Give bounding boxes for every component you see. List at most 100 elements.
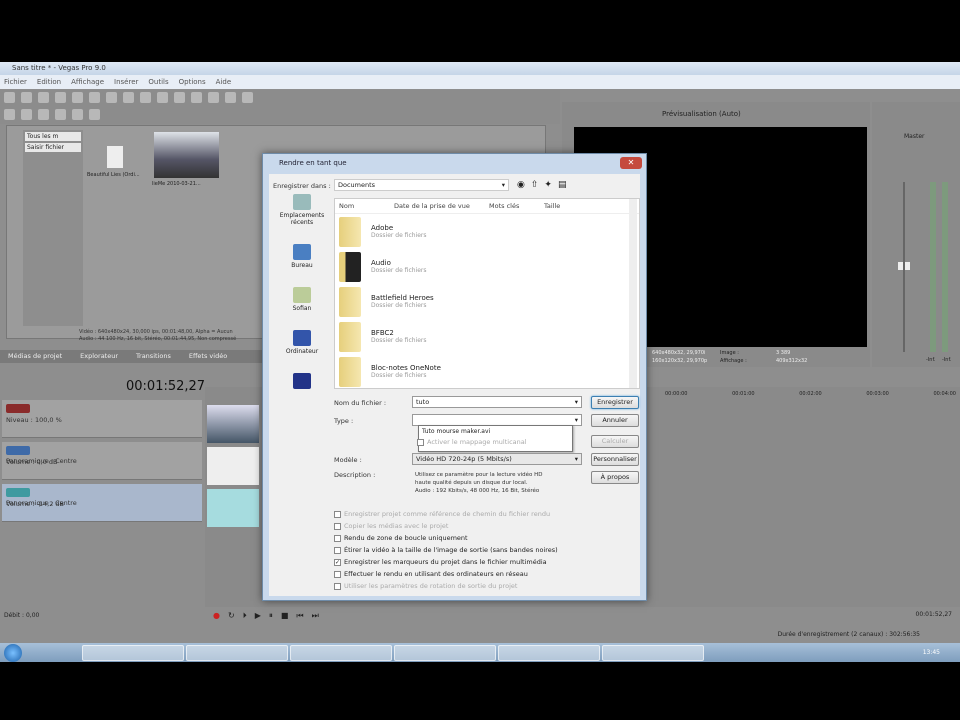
back-icon[interactable]: ◉ <box>517 180 525 190</box>
taskbar-item[interactable] <box>394 645 496 661</box>
refresh-icon[interactable] <box>38 109 49 120</box>
chevron-down-icon: ▾ <box>574 398 578 406</box>
tree-item[interactable]: Tous les m <box>25 132 81 141</box>
file-row[interactable]: Battlefield Heroes Dossier de fichiers <box>335 284 639 319</box>
file-list-scrollbar[interactable] <box>629 199 637 388</box>
track-headers: Niveau : 100,0 % Volume : 0,0 dB Panoram… <box>0 400 204 600</box>
col-date[interactable]: Date de la prise de vue <box>394 202 489 210</box>
stop-button[interactable]: ■ <box>281 611 289 623</box>
next-button[interactable]: ⏭ <box>312 611 319 623</box>
taskbar-item[interactable] <box>498 645 600 661</box>
save-icon[interactable] <box>38 92 49 103</box>
pause-button[interactable]: ⏸ <box>269 611 273 623</box>
up-icon[interactable] <box>21 109 32 120</box>
computer-icon <box>293 330 311 346</box>
tab-video-fx[interactable]: Effets vidéo <box>189 352 227 361</box>
customize-button[interactable]: Personnaliser <box>591 453 639 466</box>
tab-explorer[interactable]: Explorateur <box>80 352 118 361</box>
file-row[interactable]: Bloc-notes OneNote Dossier de fichiers <box>335 354 639 389</box>
open-icon[interactable] <box>21 92 32 103</box>
menu-inserer[interactable]: Insérer <box>114 78 138 86</box>
time-ruler[interactable]: 00:00:00 00:01:00 00:02:00 00:03:00 00:04:00 <box>665 391 960 397</box>
option-checkbox[interactable]: Rendu de zone de boucle uniquement <box>334 534 468 542</box>
redo-icon[interactable] <box>174 92 185 103</box>
menu-affichage[interactable]: Affichage <box>71 78 104 86</box>
template-value: Vidéo HD 720-24p (5 Mbits/s) <box>416 455 512 463</box>
prev-button[interactable]: ⏮ <box>296 611 303 623</box>
menu-fichier[interactable]: Fichier <box>4 78 27 86</box>
up-folder-icon[interactable]: ⇧ <box>531 180 539 190</box>
option-checkbox[interactable]: Enregistrer projet comme référence de ch… <box>334 510 550 518</box>
video-clip[interactable] <box>207 405 259 443</box>
envelope-tool-icon[interactable] <box>225 92 236 103</box>
place-desktop[interactable]: Bureau <box>271 244 333 269</box>
taskbar-item[interactable] <box>602 645 704 661</box>
render-icon[interactable] <box>72 92 83 103</box>
autocomplete-item[interactable]: Tuto mourse maker.avi <box>422 428 569 435</box>
preview-quality-dropdown[interactable]: Prévisualisation (Auto) <box>662 110 741 118</box>
place-computer[interactable]: Ordinateur <box>271 330 333 355</box>
edit-tool-icon[interactable] <box>208 92 219 103</box>
option-checkbox[interactable]: Copier les médias avec le projet <box>334 522 448 530</box>
tab-project-media[interactable]: Médias de projet <box>8 352 62 361</box>
audio-file-icon[interactable] <box>107 146 123 168</box>
views-icon[interactable]: ▤ <box>558 180 567 190</box>
audio-clip[interactable] <box>207 489 259 527</box>
option-checkbox[interactable]: Effectuer le rendu en utilisant des ordi… <box>334 570 528 578</box>
help-icon[interactable] <box>242 92 253 103</box>
file-row[interactable]: BFBC2 Dossier de fichiers <box>335 319 639 354</box>
place-network[interactable] <box>271 373 333 389</box>
place-recent[interactable]: Emplacements récents <box>271 194 333 226</box>
audio-clip[interactable] <box>207 447 259 485</box>
template-dropdown[interactable]: Vidéo HD 720-24p (5 Mbits/s) ▾ <box>412 453 582 465</box>
track-header-video[interactable]: Niveau : 100,0 % <box>2 400 202 438</box>
menu-outils[interactable]: Outils <box>148 78 168 86</box>
taskbar-item[interactable] <box>82 645 184 661</box>
render-button[interactable]: Calculer <box>591 435 639 448</box>
taskbar-item[interactable] <box>290 645 392 661</box>
col-keywords[interactable]: Mots clés <box>489 202 544 210</box>
snap-icon[interactable] <box>191 92 202 103</box>
properties-icon[interactable] <box>89 92 100 103</box>
option-checkbox-checked[interactable]: ✓ Enregistrer les marqueurs du projet dan… <box>334 558 547 566</box>
back-icon[interactable] <box>4 109 15 120</box>
menu-edition[interactable]: Edition <box>37 78 61 86</box>
record-button[interactable]: ● <box>213 611 220 623</box>
save-button[interactable]: Enregistrer <box>591 396 639 409</box>
zoom-icon[interactable] <box>89 109 100 120</box>
save-as-icon[interactable] <box>55 92 66 103</box>
play-button[interactable]: ▶ <box>255 611 261 623</box>
video-thumbnail[interactable] <box>154 132 219 178</box>
menu-options[interactable]: Options <box>179 78 206 86</box>
new-folder-icon[interactable]: ✦ <box>544 180 552 190</box>
copy-icon[interactable] <box>123 92 134 103</box>
cut-icon[interactable] <box>106 92 117 103</box>
track-header-audio-1[interactable]: Volume : 0,0 dB Panoramique : Centre <box>2 442 202 480</box>
place-user[interactable]: Sofian <box>271 287 333 312</box>
play-from-start-button[interactable]: ⏵ <box>243 611 247 623</box>
about-button[interactable]: À propos <box>591 471 639 484</box>
file-row[interactable]: Adobe Dossier de fichiers <box>335 214 639 249</box>
paste-icon[interactable] <box>140 92 151 103</box>
loop-button[interactable]: ↻ <box>228 611 235 623</box>
menu-aide[interactable]: Aide <box>216 78 231 86</box>
tree-item[interactable]: Saisir fichier <box>25 143 81 152</box>
option-checkbox[interactable]: Étirer la vidéo à la taille de l'image d… <box>334 546 558 554</box>
delete-icon[interactable] <box>55 109 66 120</box>
filename-input[interactable]: tuto ▾ <box>412 396 582 408</box>
undo-icon[interactable] <box>157 92 168 103</box>
track-header-audio-2[interactable]: Volume : -14,2 dB Panoramique : Centre <box>2 484 202 522</box>
new-icon[interactable] <box>4 92 15 103</box>
file-row[interactable]: Audio Dossier de fichiers <box>335 249 639 284</box>
option-checkbox[interactable]: Utiliser les paramètres de rotation de s… <box>334 582 517 590</box>
close-button[interactable]: ✕ <box>620 157 642 169</box>
taskbar-item[interactable] <box>186 645 288 661</box>
save-in-dropdown[interactable]: Documents ▾ <box>334 179 509 191</box>
tab-transitions[interactable]: Transitions <box>136 352 171 361</box>
multichannel-checkbox[interactable]: Activer le mappage multicanal <box>417 438 527 446</box>
views-icon[interactable] <box>72 109 83 120</box>
col-name[interactable]: Nom <box>339 202 394 210</box>
cancel-button[interactable]: Annuler <box>591 414 639 427</box>
col-size[interactable]: Taille <box>544 202 560 210</box>
start-button[interactable] <box>4 644 22 662</box>
